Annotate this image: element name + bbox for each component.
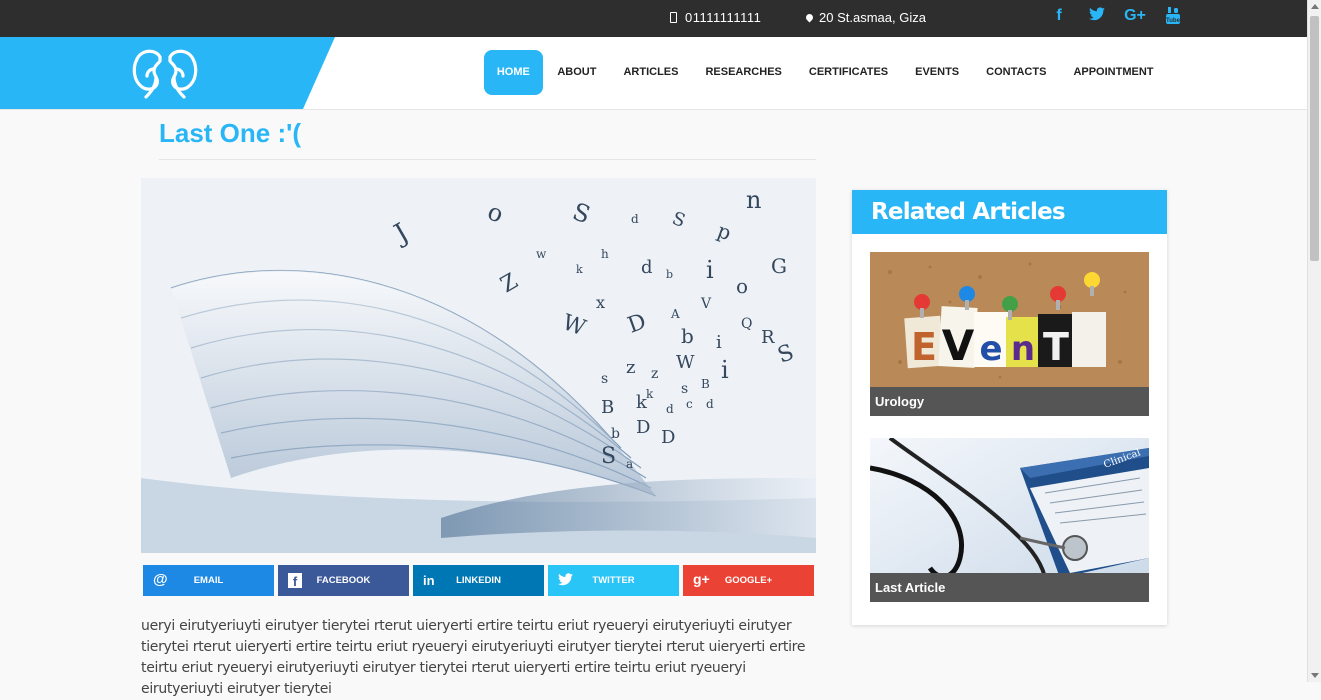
svg-text:n: n [746, 186, 761, 214]
kidney-logo-icon[interactable] [130, 47, 200, 101]
top-bar: 01111111111 20 St.asmaa, Giza f G+ Tube [0, 0, 1307, 37]
scrollbar-thumb[interactable] [1310, 16, 1319, 261]
share-linkedin-button[interactable]: in LINKEDIN [413, 565, 544, 596]
site-header: HOME ABOUT ARTICLES RESEARCHES CERTIFICA… [0, 37, 1307, 110]
twitter-icon[interactable] [1078, 7, 1116, 29]
phone-icon [670, 12, 677, 23]
title-divider [159, 159, 816, 160]
social-links: f G+ Tube [1040, 7, 1192, 29]
related-articles-heading: Related Articles [852, 190, 1167, 234]
article-hero-image: J o S n d S p w h d b i o G Z k x D A V … [141, 178, 816, 553]
svg-text:d: d [666, 402, 674, 416]
share-email-button[interactable]: @ EMAIL [143, 565, 274, 596]
svg-text:d: d [641, 257, 653, 278]
nav-about[interactable]: ABOUT [544, 50, 610, 95]
svg-text:k: k [576, 263, 583, 276]
twitter-icon [558, 573, 573, 590]
svg-text:b: b [611, 426, 620, 442]
share-twitter-button[interactable]: TWITTER [548, 565, 679, 596]
svg-text:k: k [646, 387, 654, 401]
article-body: ueryi eirutyeriuyti eirutyer tierytei rt… [141, 618, 806, 697]
nav-researches[interactable]: RESEARCHES [692, 50, 795, 95]
share-facebook-button[interactable]: f FACEBOOK [278, 565, 409, 596]
svg-text:b: b [666, 268, 673, 281]
scroll-up-arrow-icon[interactable] [1311, 4, 1319, 9]
share-bar: @ EMAIL f FACEBOOK in LINKEDIN TWITTER g… [143, 565, 814, 596]
svg-text:i: i [706, 256, 714, 284]
svg-text:Tube: Tube [1166, 18, 1180, 24]
google-plus-icon[interactable]: G+ [1116, 7, 1154, 29]
svg-text:s: s [601, 371, 608, 387]
scroll-down-arrow-icon[interactable] [1311, 673, 1319, 678]
svg-text:d: d [631, 212, 639, 226]
svg-text:h: h [601, 247, 609, 261]
svg-text:D: D [661, 427, 675, 448]
svg-text:B: B [601, 397, 614, 418]
svg-text:z: z [626, 357, 635, 378]
phone-number: 01111111111 [685, 10, 762, 25]
event-letter-e: E [911, 325, 937, 369]
svg-text:x: x [596, 293, 605, 312]
card-caption: Urology [870, 387, 1149, 416]
svg-text:a: a [626, 457, 633, 471]
google-plus-icon: g+ [693, 571, 710, 587]
nav-appointment[interactable]: APPOINTMENT [1060, 50, 1167, 95]
linkedin-icon: in [423, 573, 435, 588]
svg-text:w: w [536, 247, 547, 261]
facebook-icon: f [288, 573, 302, 589]
event-letter-e2: e [979, 329, 1002, 369]
email-icon: @ [153, 571, 168, 588]
event-letter-t: T [1043, 325, 1069, 369]
svg-text:s: s [681, 381, 688, 397]
event-letter-v: V [942, 321, 975, 370]
svg-text:B: B [701, 377, 710, 391]
svg-text:o: o [736, 274, 748, 298]
svg-text:V: V [700, 296, 712, 312]
related-article-card[interactable]: E V e n T Urology [870, 252, 1149, 416]
related-articles-panel: Related Articles E V e n T Urology Clini… [852, 190, 1167, 625]
svg-text:G: G [771, 254, 787, 278]
svg-text:D: D [636, 417, 650, 438]
address-contact: 20 St.asmaa, Giza [804, 10, 926, 25]
nav-home[interactable]: HOME [483, 50, 543, 95]
youtube-icon[interactable]: Tube [1154, 7, 1192, 29]
nav-events[interactable]: EVENTS [902, 50, 973, 95]
svg-text:R: R [761, 327, 775, 348]
svg-text:z: z [651, 366, 658, 382]
main-nav: HOME ABOUT ARTICLES RESEARCHES CERTIFICA… [483, 50, 1167, 95]
nav-articles[interactable]: ARTICLES [610, 50, 692, 95]
card-caption: Last Article [870, 573, 1149, 602]
phone-contact: 01111111111 [670, 10, 761, 25]
nav-certificates[interactable]: CERTIFICATES [795, 50, 901, 95]
map-pin-icon [804, 12, 815, 23]
svg-text:S: S [601, 444, 616, 469]
nav-contacts[interactable]: CONTACTS [973, 50, 1060, 95]
svg-text:b: b [681, 324, 694, 348]
svg-text:W: W [676, 352, 695, 373]
svg-text:A: A [670, 307, 680, 321]
event-letter-n: n [1011, 329, 1035, 369]
svg-text:k: k [636, 392, 648, 413]
svg-text:i: i [716, 332, 722, 353]
address-text: 20 St.asmaa, Giza [819, 10, 926, 25]
svg-text:d: d [706, 397, 714, 411]
svg-text:c: c [686, 397, 693, 411]
related-article-card[interactable]: Clinical Last Article [870, 438, 1149, 602]
svg-text:i: i [721, 356, 729, 384]
svg-text:Q: Q [741, 316, 752, 332]
share-google-plus-button[interactable]: g+ GOOGLE+ [683, 565, 814, 596]
facebook-icon[interactable]: f [1040, 7, 1078, 29]
article-title: Last One :'( [159, 118, 301, 148]
page-scrollbar[interactable] [1307, 0, 1321, 682]
